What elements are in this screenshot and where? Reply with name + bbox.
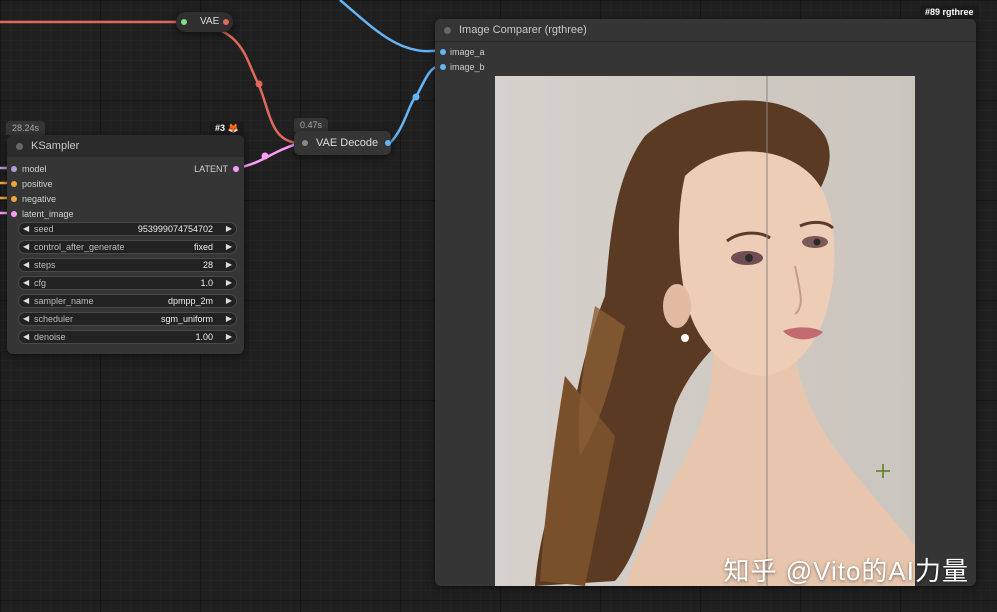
crosshair-cursor-icon bbox=[876, 464, 890, 478]
comparer-title-bar[interactable]: Image Comparer (rgthree) bbox=[435, 19, 976, 41]
input-slot-positive[interactable]: positive bbox=[11, 178, 53, 190]
output-slot-latent[interactable]: LATENT bbox=[194, 163, 239, 175]
increment-arrow-icon[interactable]: ▶ bbox=[226, 331, 232, 343]
vae-decode-output-dot[interactable] bbox=[385, 140, 391, 146]
ksampler-node[interactable]: KSampler model positive negative latent_… bbox=[7, 135, 244, 354]
input-slot-latent-image[interactable]: latent_image bbox=[11, 208, 74, 220]
fox-icon: 🦊 bbox=[227, 123, 239, 133]
portrait-illustration bbox=[535, 76, 915, 586]
ksampler-time-badge: 28.24s bbox=[6, 121, 46, 135]
decrement-arrow-icon[interactable]: ◀ bbox=[23, 313, 29, 325]
vae-decode-title: VAE Decode bbox=[316, 137, 379, 149]
comparer-title: Image Comparer (rgthree) bbox=[459, 24, 587, 36]
increment-arrow-icon[interactable]: ▶ bbox=[226, 259, 232, 271]
decrement-arrow-icon[interactable]: ◀ bbox=[23, 241, 29, 253]
increment-arrow-icon[interactable]: ▶ bbox=[226, 313, 232, 325]
vae-decode-node[interactable]: VAE Decode bbox=[294, 131, 391, 155]
vae-decode-time-badge: 0.47s bbox=[294, 118, 329, 132]
input-slot-image-a[interactable]: image_a bbox=[440, 46, 485, 58]
decrement-arrow-icon[interactable]: ◀ bbox=[23, 331, 29, 343]
vae-decode-input-dot[interactable] bbox=[302, 140, 308, 146]
wire-image-a bbox=[339, 0, 441, 53]
widget-sampler-name[interactable]: ◀ sampler_name dpmpp_2m ▶ bbox=[18, 294, 237, 308]
ksampler-title: KSampler bbox=[31, 140, 80, 152]
widget-denoise[interactable]: ◀ denoise 1.00 ▶ bbox=[18, 330, 237, 344]
input-slot-negative[interactable]: negative bbox=[11, 193, 56, 205]
collapse-dot-icon[interactable] bbox=[16, 143, 23, 150]
widget-cfg[interactable]: ◀ cfg 1.0 ▶ bbox=[18, 276, 237, 290]
wire-image-b bbox=[389, 64, 441, 144]
ksampler-title-bar[interactable]: KSampler bbox=[7, 135, 244, 157]
input-slot-model[interactable]: model bbox=[11, 163, 47, 175]
increment-arrow-icon[interactable]: ▶ bbox=[226, 223, 232, 235]
vae-node-title: VAE bbox=[200, 16, 220, 27]
decrement-arrow-icon[interactable]: ◀ bbox=[23, 259, 29, 271]
collapse-dot-icon[interactable] bbox=[444, 27, 451, 34]
increment-arrow-icon[interactable]: ▶ bbox=[226, 241, 232, 253]
widget-control-after-generate[interactable]: ◀ control_after_generate fixed ▶ bbox=[18, 240, 237, 254]
widget-seed[interactable]: ◀ seed 953999074754702 ▶ bbox=[18, 222, 237, 236]
ksampler-id-badge: #3 🦊 bbox=[210, 121, 244, 136]
vae-input-dot[interactable] bbox=[181, 19, 187, 25]
decrement-arrow-icon[interactable]: ◀ bbox=[23, 223, 29, 235]
comparison-image[interactable] bbox=[495, 76, 915, 586]
vae-output-dot[interactable] bbox=[223, 19, 229, 25]
increment-arrow-icon[interactable]: ▶ bbox=[226, 295, 232, 307]
input-slot-image-b[interactable]: image_b bbox=[440, 61, 485, 73]
widget-scheduler[interactable]: ◀ scheduler sgm_uniform ▶ bbox=[18, 312, 237, 326]
watermark-text: 知乎 @Vito的AI力量 bbox=[723, 556, 969, 586]
decrement-arrow-icon[interactable]: ◀ bbox=[23, 295, 29, 307]
comparer-id-badge: #89 rgthree bbox=[920, 5, 979, 19]
wire-latent bbox=[237, 141, 301, 170]
increment-arrow-icon[interactable]: ▶ bbox=[226, 277, 232, 289]
vae-node[interactable]: VAE bbox=[176, 12, 233, 32]
decrement-arrow-icon[interactable]: ◀ bbox=[23, 277, 29, 289]
widget-steps[interactable]: ◀ steps 28 ▶ bbox=[18, 258, 237, 272]
